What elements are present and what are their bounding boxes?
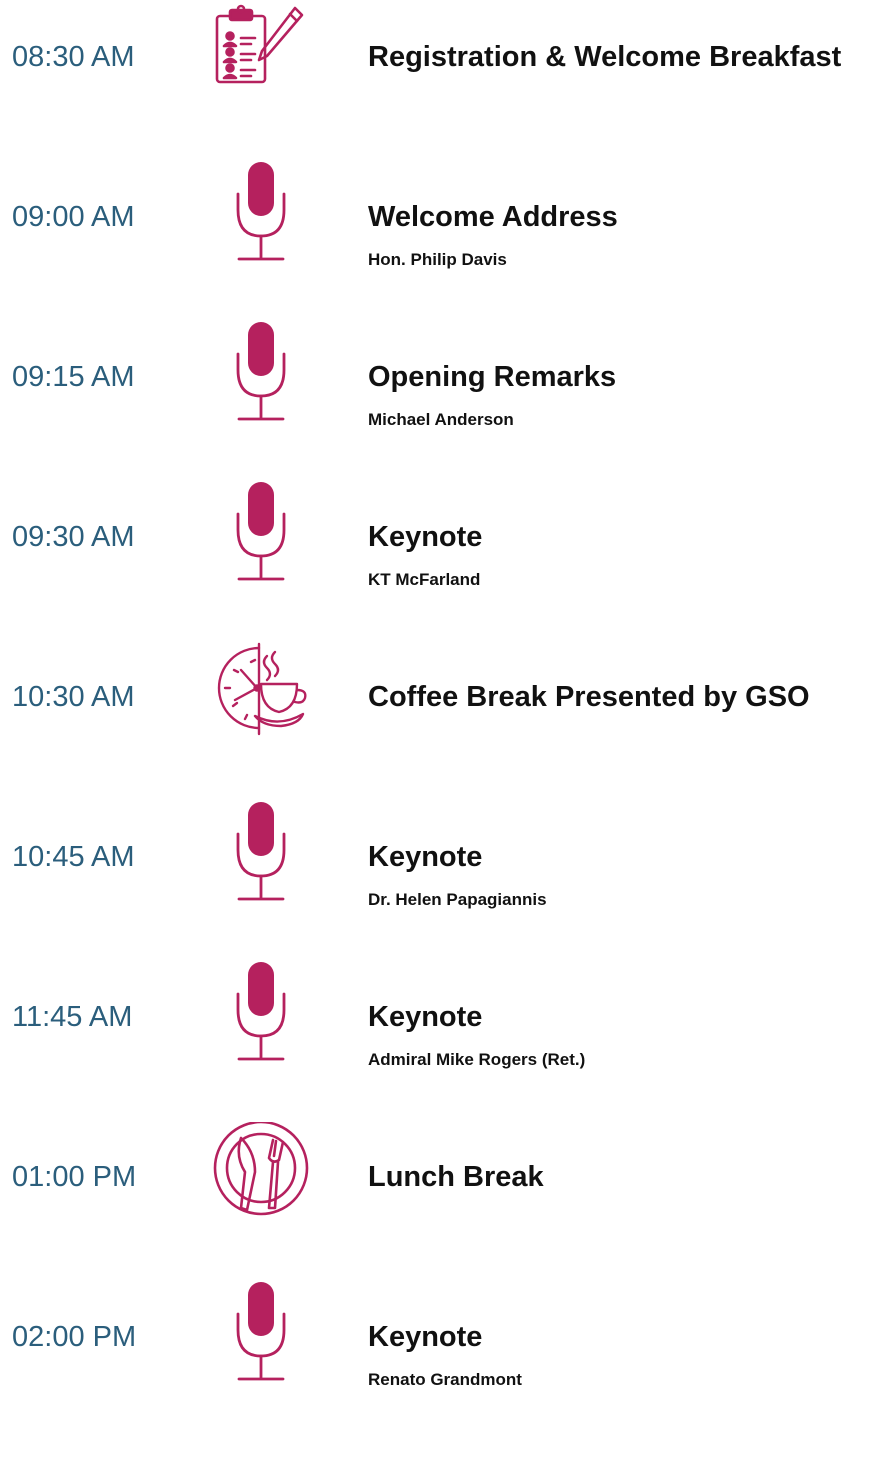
agenda-item: 09:30 AM Keynote KT McFarland [0,482,896,680]
clock-coffee-icon [211,642,311,742]
session-title: Registration & Welcome Breakfast [368,41,842,73]
agenda-item: 09:00 AM Welcome Address Hon. Philip Dav… [0,162,896,360]
session-title: Lunch Break [368,1161,544,1193]
agenda-item: 10:30 AM Coffee Break Presented by GSO [0,642,896,840]
agenda-item: 11:45 AM Keynote Admiral Mike Rogers (Re… [0,962,896,1160]
microphone-icon [211,322,311,422]
plate-cutlery-icon [211,1122,311,1222]
session-speaker: Admiral Mike Rogers (Ret.) [368,1050,586,1069]
session-speaker: Hon. Philip Davis [368,250,507,269]
agenda-list: 08:30 AM Registration & Welcome Breakfas… [0,0,896,1390]
session-time: 09:30 AM [12,521,135,553]
session-time: 02:00 PM [12,1321,137,1353]
microphone-icon [211,802,311,902]
session-speaker: Renato Grandmont [368,1370,522,1389]
session-title: Keynote [368,521,483,553]
session-time: 10:45 AM [12,841,135,873]
agenda-item: 01:00 PM Lunch Break [0,1122,896,1320]
session-title: Keynote [368,1321,483,1353]
session-time: 08:30 AM [12,41,135,73]
session-time: 09:15 AM [12,361,135,393]
session-time: 09:00 AM [12,201,135,233]
microphone-icon [211,962,311,1062]
agenda-item: 02:00 PM Keynote Renato Grandmont [0,1282,896,1480]
agenda-item: 10:45 AM Keynote Dr. Helen Papagiannis [0,802,896,1000]
session-title: Keynote [368,1001,483,1033]
clipboard-pen-icon [211,2,311,102]
session-time: 10:30 AM [12,681,135,713]
agenda-item: 08:30 AM Registration & Welcome Breakfas… [0,4,896,200]
microphone-icon [211,482,311,582]
session-title: Keynote [368,841,483,873]
agenda-item: 09:15 AM Opening Remarks Michael Anderso… [0,322,896,520]
microphone-icon [211,1282,311,1382]
session-title: Coffee Break Presented by GSO [368,681,810,713]
session-speaker: KT McFarland [368,570,481,589]
session-speaker: Michael Anderson [368,410,514,429]
session-speaker: Dr. Helen Papagiannis [368,890,547,909]
session-title: Welcome Address [368,201,618,233]
session-time: 01:00 PM [12,1161,137,1193]
session-time: 11:45 AM [12,1001,133,1033]
session-title: Opening Remarks [368,361,617,393]
microphone-icon [211,162,311,262]
